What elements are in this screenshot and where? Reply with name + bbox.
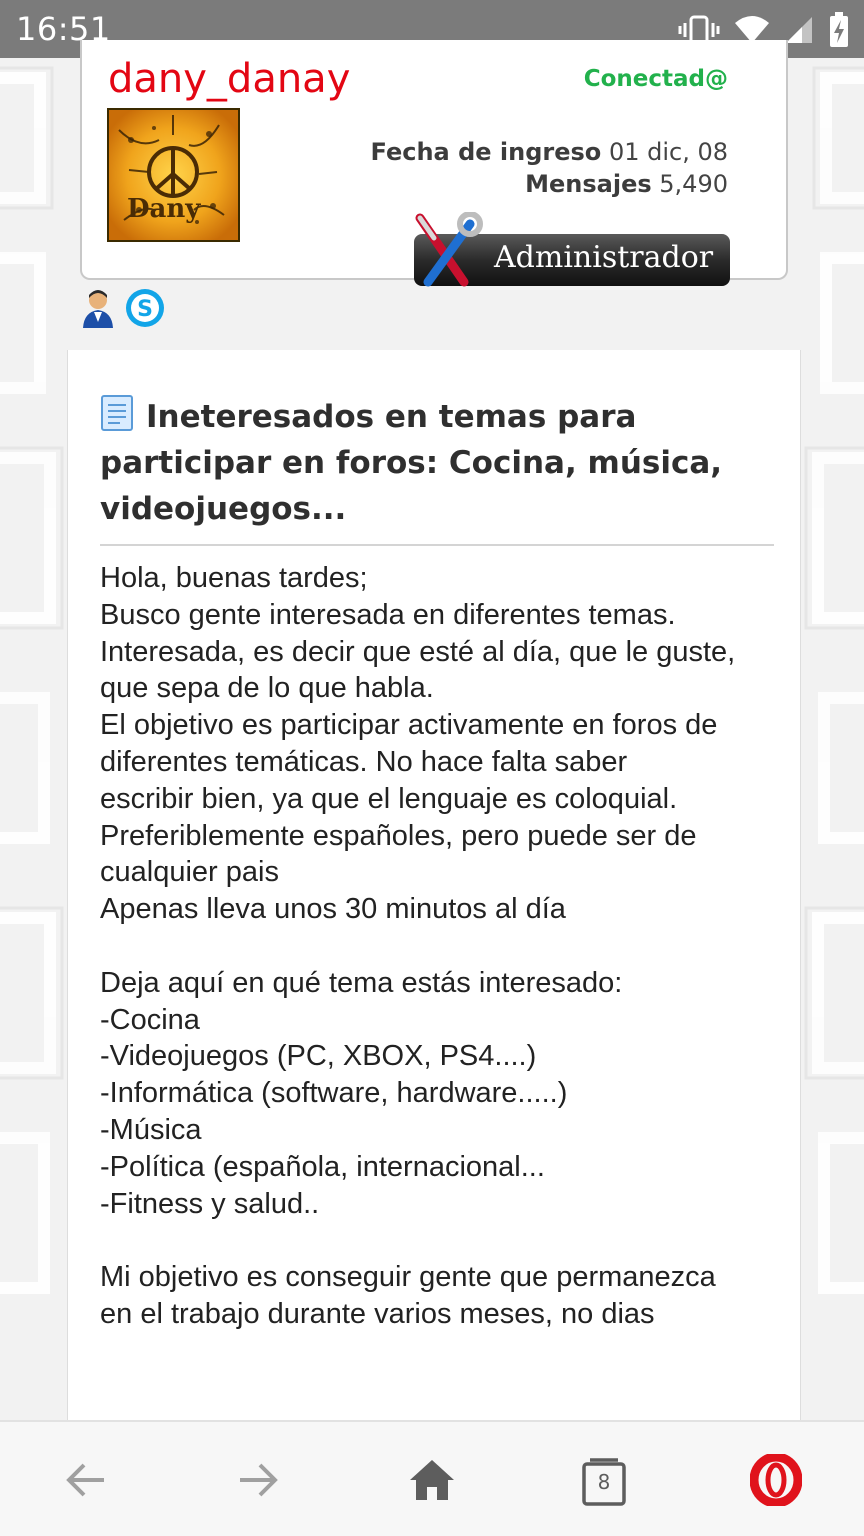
post-body: Hola, buenas tardes; Busco gente interesa… [100, 560, 780, 1333]
post-body-line: -Música [100, 1113, 202, 1146]
post-body-line: que sepa de lo que habla. [100, 672, 434, 705]
user-profile-card: dany_danay Conectad@ Dany Fecha de ingre… [80, 40, 788, 287]
join-date-value: 01 dic, 08 [608, 138, 728, 166]
username-link[interactable]: dany_danay [108, 56, 350, 102]
post-body-line [100, 1222, 780, 1259]
post-title: Ineteresados en temas para participar en… [100, 399, 723, 527]
post-body-line: en el trabajo durante varios meses, no d… [100, 1297, 655, 1330]
post-body-line: diferentes temáticas. No hace falta sabe… [100, 745, 628, 778]
online-status: Conectad@ [583, 66, 728, 92]
post-card: Ineteresados en temas para participar en… [67, 350, 801, 1422]
post-body-line: -Informática (software, hardware.....) [100, 1077, 568, 1110]
opera-menu-icon [749, 1452, 803, 1510]
post-body-line: Mi objetivo es conseguir gente que perma… [100, 1261, 716, 1294]
post-body-line: Preferiblemente españoles, pero puede se… [100, 819, 697, 852]
svg-text:S: S [137, 297, 153, 322]
post-body-line: Interesada, es decir que esté al día, qu… [100, 635, 736, 668]
skype-icon[interactable]: S [124, 287, 166, 333]
tab-count: 8 [597, 1470, 611, 1494]
user-stats: Fecha de ingreso 01 dic, 08 Mensajes 5,4… [371, 136, 728, 200]
post-body-line: -Política (española, internacional... [100, 1150, 545, 1183]
post-body-line: Busco gente interesada en diferentes tem… [100, 598, 676, 631]
avatar-text: Dany [127, 194, 201, 224]
post-body-line: El objetivo es participar activamente en… [100, 709, 718, 742]
posts-row: Mensajes 5,490 [371, 168, 728, 200]
profile-icon[interactable] [80, 288, 116, 332]
home-icon [408, 1458, 456, 1506]
post-body-line: -Fitness y salud.. [100, 1187, 320, 1220]
post-body-line: -Cocina [100, 1003, 200, 1036]
avatar[interactable]: Dany [107, 108, 240, 242]
back-button[interactable] [56, 1452, 116, 1512]
back-arrow-icon [64, 1460, 108, 1504]
opera-menu-button[interactable] [746, 1452, 806, 1512]
tabs-button[interactable]: 8 [574, 1452, 634, 1512]
posts-value: 5,490 [659, 170, 728, 198]
cellular-signal-icon [784, 15, 814, 45]
post-body-line: Hola, buenas tardes; [100, 562, 368, 594]
rank-label: Administrador [494, 240, 714, 275]
post-body-line: escribir bien, ya que el lenguaje es col… [100, 782, 678, 815]
rank-badge: Administrador [412, 212, 732, 290]
tabs-icon: 8 [582, 1458, 626, 1506]
post-body-line: Deja aquí en qué tema estás interesado: [100, 966, 623, 999]
home-button[interactable] [402, 1452, 462, 1512]
title-divider [100, 544, 774, 546]
post-body-line: Apenas lleva unos 30 minutos al día [100, 893, 566, 926]
join-date-row: Fecha de ingreso 01 dic, 08 [371, 136, 728, 168]
forward-button[interactable] [228, 1452, 288, 1512]
contact-icons: S [80, 288, 166, 332]
post-body-line [100, 928, 780, 965]
posts-label: Mensajes [525, 170, 652, 198]
post-body-line: -Videojuegos (PC, XBOX, PS4....) [100, 1040, 537, 1073]
join-date-label: Fecha de ingreso [370, 138, 602, 166]
forward-arrow-icon [236, 1460, 280, 1504]
battery-charging-icon [828, 12, 850, 48]
post-body-line: cualquier pais [100, 856, 279, 889]
browser-bottom-bar: 8 [0, 1420, 864, 1536]
